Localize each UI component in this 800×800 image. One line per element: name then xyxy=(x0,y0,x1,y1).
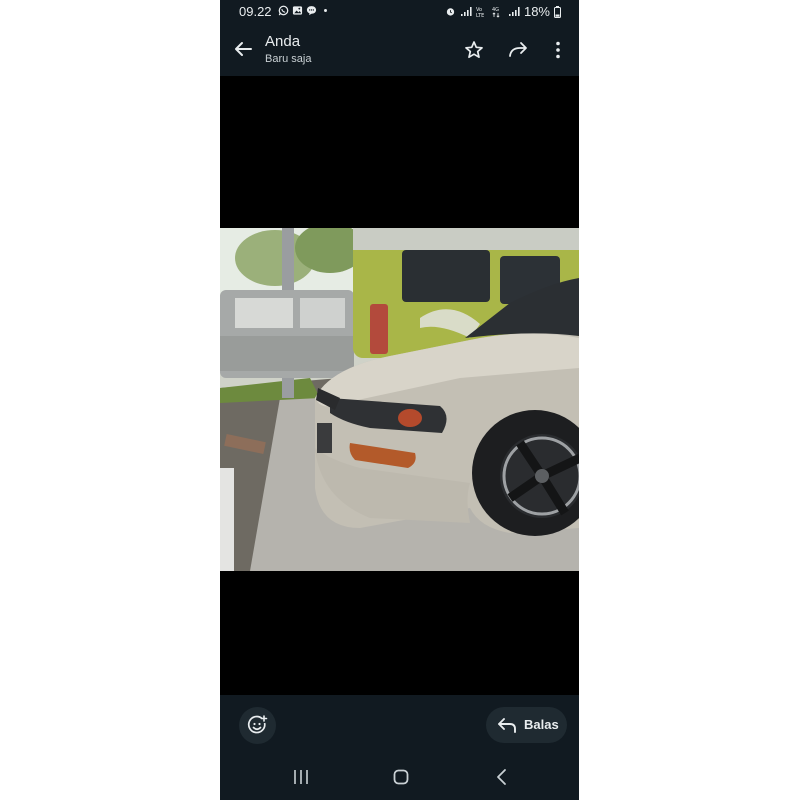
volte-icon: VoLTE xyxy=(476,7,484,18)
back-icon[interactable] xyxy=(492,767,512,787)
reply-icon xyxy=(498,718,516,733)
recent-apps-icon[interactable] xyxy=(291,767,311,787)
back-arrow-icon[interactable] xyxy=(232,38,254,60)
data-icon: 4G xyxy=(492,7,500,18)
add-reaction-button[interactable] xyxy=(239,707,276,744)
sender-name: Anda xyxy=(265,33,301,50)
status-time: 09.22 xyxy=(239,4,272,19)
notification-icons xyxy=(278,5,331,16)
reply-button[interactable]: Balas xyxy=(486,707,567,743)
status-bar: 09.22 Vo LTE 4G 18% xyxy=(220,0,579,24)
alarm-icon xyxy=(446,8,455,16)
sent-time: Baru saja xyxy=(265,53,312,65)
system-status: Vo LTE 4G 18% xyxy=(445,4,561,19)
svg-text:4G: 4G xyxy=(492,7,499,13)
whatsapp-icon xyxy=(278,5,289,16)
battery-icon xyxy=(554,5,561,18)
car-photo[interactable] xyxy=(220,228,579,571)
media-viewer-header: Anda Baru saja xyxy=(220,24,579,76)
add-reaction-icon xyxy=(247,715,268,734)
gallery-icon xyxy=(292,6,303,15)
home-icon[interactable] xyxy=(391,767,411,787)
message-icon xyxy=(306,6,317,16)
system-navigation-bar xyxy=(220,755,579,800)
reply-label: Balas xyxy=(524,717,559,732)
star-icon[interactable] xyxy=(463,39,485,61)
media-actions-bar: Balas xyxy=(220,695,579,755)
forward-icon[interactable] xyxy=(507,39,529,61)
more-vertical-icon[interactable] xyxy=(547,39,569,61)
dot-icon xyxy=(324,9,327,12)
battery-percent: 18% xyxy=(523,4,550,19)
phone-screen: 09.22 Vo LTE 4G 18% Anda Baru saja Balas xyxy=(220,0,579,800)
svg-text:LTE: LTE xyxy=(476,13,484,18)
signal-icon xyxy=(460,7,472,16)
signal-icon xyxy=(508,7,520,16)
media-viewer xyxy=(220,76,579,695)
car-photo-illustration xyxy=(220,228,579,571)
